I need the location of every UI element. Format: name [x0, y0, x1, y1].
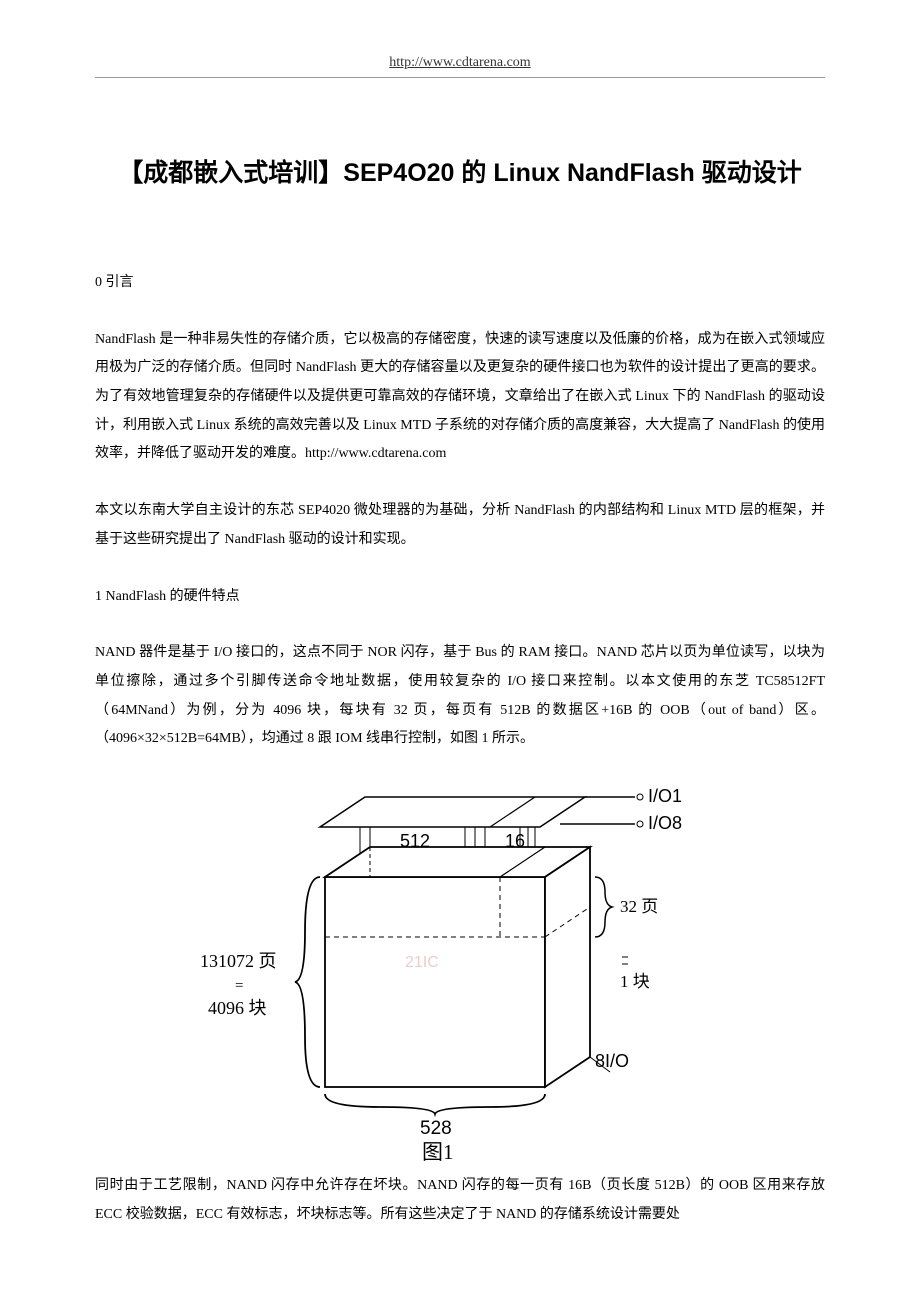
- fig-label-io1: I/O1: [648, 786, 682, 806]
- fig-label-8io: 8I/O: [595, 1051, 629, 1071]
- fig-label-1block: 1 块: [620, 972, 650, 991]
- paragraph-intro: NandFlash 是一种非易失性的存储介质，它以极高的存储密度，快速的读写速度…: [95, 326, 825, 469]
- fig-caption: 图1: [422, 1140, 454, 1162]
- paragraph-oob: 同时由于工艺限制，NAND 闪存中允许存在坏块。NAND 闪存的每一页有 16B…: [95, 1172, 825, 1229]
- paragraph-basis: 本文以东南大学自主设计的东芯 SEP4020 微处理器的为基础，分析 NandF…: [95, 497, 825, 554]
- header-url: http://www.cdtarena.com: [95, 55, 825, 71]
- figure-1: 512 16 I/O1 I/O8: [190, 782, 730, 1162]
- paragraph-hw: NAND 器件是基于 I/O 接口的，这点不同于 NOR 闪存，基于 Bus 的…: [95, 639, 825, 754]
- fig-label-io8: I/O8: [648, 813, 682, 833]
- fig-label-32pages: 32 页: [620, 897, 658, 916]
- fig-watermark: 21IC: [405, 954, 439, 971]
- fig-label-eq: =: [235, 978, 243, 994]
- fig-label-528: 528: [420, 1118, 452, 1139]
- header-divider: [95, 77, 825, 78]
- page-title: 【成都嵌入式培训】SEP4O20 的 Linux NandFlash 驱动设计: [95, 153, 825, 189]
- section-heading-1: 1 NandFlash 的硬件特点: [95, 583, 825, 612]
- fig-label-totalblocks: 4096 块: [208, 998, 267, 1018]
- fig-label-totalpages: 131072 页: [200, 951, 277, 971]
- section-heading-0: 0 引言: [95, 269, 825, 298]
